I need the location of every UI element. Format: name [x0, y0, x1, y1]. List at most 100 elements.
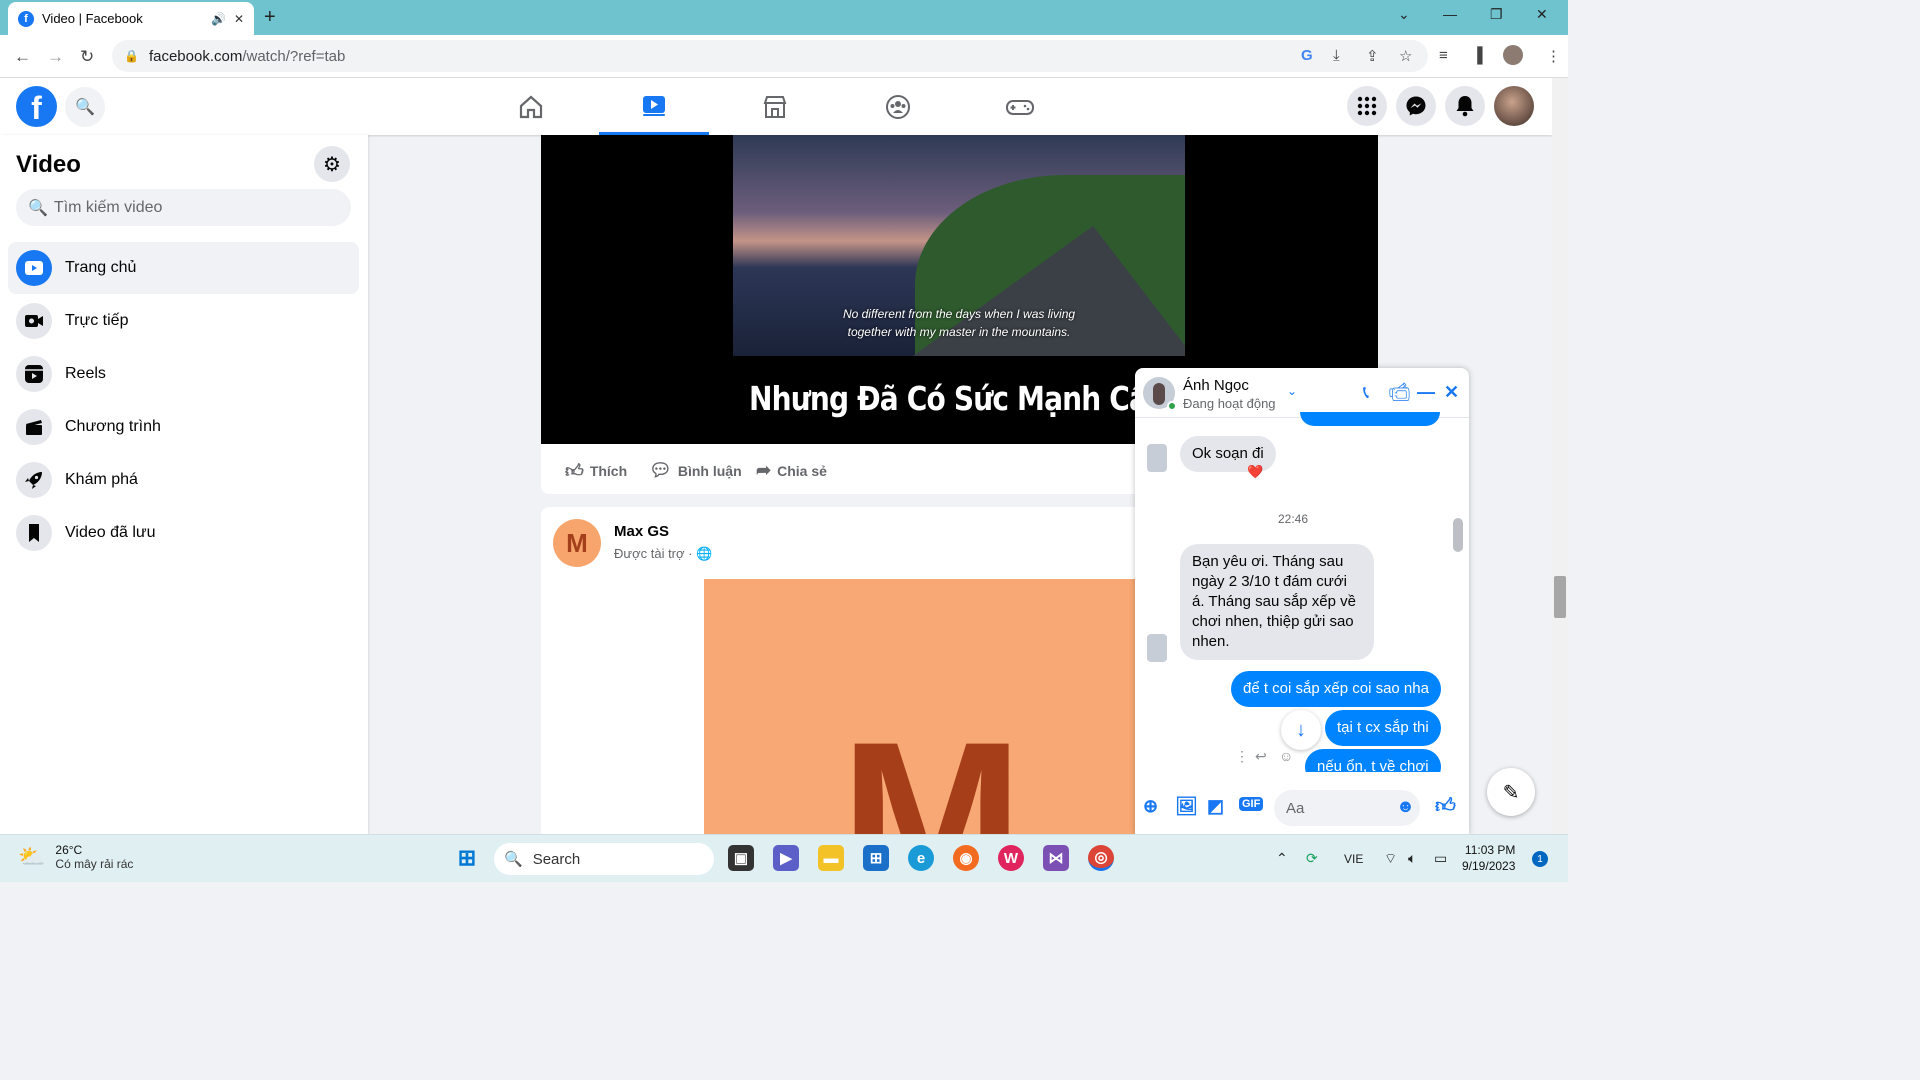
video-call-icon[interactable]: 📹︎ [1388, 382, 1411, 403]
nav-marketplace[interactable] [720, 78, 830, 135]
gif-icon[interactable]: GIF [1239, 797, 1264, 811]
chrome-icon[interactable]: ◎ [1088, 845, 1114, 871]
message-sent[interactable]: nếu ổn, t về chơi [1305, 749, 1441, 772]
firefox-icon[interactable]: ◉ [953, 845, 979, 871]
system-clock[interactable]: 11:03 PM 9/19/2023 [1462, 842, 1515, 874]
language-indicator[interactable]: VIE [1344, 852, 1363, 866]
minimize-chat-icon[interactable]: — [1417, 382, 1435, 403]
url-input[interactable]: 🔒 facebook.com/watch/?ref=tab [112, 40, 1428, 72]
play-icon [16, 250, 52, 286]
photo-icon[interactable]: 🖼︎ [1175, 796, 1198, 817]
profile-icon[interactable] [1503, 45, 1523, 65]
heart-reaction[interactable]: ❤️ [1247, 464, 1263, 480]
share-icon[interactable]: ⇪ [1366, 47, 1379, 65]
sidebar-item-live[interactable]: Trực tiếp [8, 295, 359, 347]
google-icon[interactable]: G [1301, 47, 1313, 64]
chat-scroll-thumb[interactable] [1453, 518, 1463, 552]
volume-icon[interactable]: 🔈︎ [1408, 850, 1416, 867]
tray-chevron-icon[interactable]: ⌃ [1276, 850, 1288, 867]
scroll-down-button[interactable]: ↓ [1281, 710, 1321, 750]
sticker-icon[interactable]: ◩ [1207, 796, 1224, 817]
lock-icon[interactable]: 🔒 [124, 49, 139, 63]
wifi-icon[interactable]: ⌔ [1384, 850, 1397, 868]
emoji-icon[interactable]: ☻ [1396, 796, 1415, 817]
reload-icon[interactable]: ↻ [80, 47, 94, 67]
close-window-button[interactable]: ✕ [1536, 6, 1548, 23]
account-avatar[interactable] [1494, 86, 1534, 126]
close-tab-icon[interactable]: ✕ [234, 12, 244, 26]
nav-groups[interactable] [843, 78, 953, 135]
sidebar-item-saved[interactable]: Video đã lưu [8, 507, 359, 559]
like-button[interactable]: 👍︎ Thích [565, 460, 627, 482]
post-avatar[interactable]: M [553, 519, 601, 567]
maximize-button[interactable]: ❐ [1490, 6, 1503, 23]
live-icon [16, 303, 52, 339]
messenger-button[interactable] [1396, 86, 1436, 126]
post-sponsored-label: Được tài trợ · 🌐 [614, 546, 713, 561]
media-queue-icon[interactable]: ≡ [1439, 47, 1448, 64]
menu-grid-button[interactable] [1347, 86, 1387, 126]
menu-icon[interactable]: ⋮ [1546, 47, 1561, 65]
side-panel-icon[interactable]: ▐ [1472, 47, 1483, 64]
search-icon[interactable]: 🔍 [65, 87, 105, 127]
share-button[interactable]: ➦ Chia sẻ [756, 460, 827, 481]
wps-icon[interactable]: W [998, 845, 1024, 871]
nav-home[interactable] [476, 78, 586, 135]
facebook-logo[interactable]: f [16, 86, 57, 127]
minimize-button[interactable]: — [1443, 6, 1457, 22]
notification-badge[interactable]: 1 [1532, 851, 1548, 867]
forward-icon[interactable]: → [47, 47, 64, 67]
chat-header[interactable]: Ánh Ngọc Đang hoạt động ⌄ 📞︎ 📹︎ — ✕ [1135, 368, 1469, 418]
post-image[interactable]: M [704, 579, 1164, 837]
taskbar-search-label: Search [532, 850, 581, 868]
reply-icon[interactable]: ↩ [1255, 748, 1267, 765]
page-scrollbar[interactable] [1552, 78, 1568, 834]
sidebar-item-home[interactable]: Trang chủ [8, 242, 359, 294]
close-chat-icon[interactable]: ✕ [1444, 382, 1459, 403]
visual-studio-icon[interactable]: ⋈ [1043, 845, 1069, 871]
sidebar-item-shows[interactable]: Chương trình [8, 401, 359, 453]
sidebar-item-reels[interactable]: Reels [8, 348, 359, 400]
nav-gaming[interactable] [965, 78, 1075, 135]
plus-icon[interactable]: ⊕ [1143, 796, 1158, 817]
windows-start-icon[interactable]: ⊞ [454, 845, 480, 871]
page-scroll-thumb[interactable] [1554, 576, 1566, 618]
task-view-icon[interactable]: ▣ [728, 845, 754, 871]
tab-search-chevron-icon[interactable]: ⌄ [1398, 6, 1410, 23]
notifications-button[interactable] [1445, 86, 1485, 126]
weather-widget[interactable]: ⛅ 26°C Có mây rải rác [18, 843, 133, 871]
teams-icon[interactable]: ▶ [773, 845, 799, 871]
message-sent[interactable]: tại t cx sắp thi [1325, 710, 1441, 746]
comment-label: Bình luận [677, 462, 742, 479]
message-received[interactable]: Bạn yêu ơi. Tháng sau ngày 2 3/10 t đám … [1180, 544, 1374, 660]
message-sent[interactable]: để t coi sắp xếp coi sao nha [1231, 671, 1441, 707]
facebook-favicon-icon: f [18, 10, 34, 27]
taskbar-search[interactable]: 🔍 Search [494, 843, 714, 875]
battery-icon[interactable]: ▭ [1434, 850, 1447, 867]
store-icon[interactable]: ⊞ [863, 845, 889, 871]
edge-icon[interactable]: e [908, 845, 934, 871]
phone-call-icon[interactable]: 📞︎ [1363, 382, 1369, 403]
sync-icon[interactable]: ⟳ [1306, 850, 1318, 867]
new-message-button[interactable]: ✎ [1487, 768, 1535, 816]
comment-button[interactable]: 💬︎ Bình luận [649, 460, 742, 481]
video-search-input[interactable]: 🔍 Tìm kiếm video [16, 189, 351, 226]
chat-scrollbar[interactable] [1451, 420, 1463, 772]
bookmark-star-icon[interactable]: ☆ [1399, 47, 1412, 65]
file-explorer-icon[interactable]: ▬ [818, 845, 844, 871]
post-author[interactable]: Max GS [614, 523, 669, 540]
speaker-icon[interactable]: 🔊 [211, 12, 226, 26]
sidebar-item-explore[interactable]: Khám phá [8, 454, 359, 506]
back-icon[interactable]: ← [14, 47, 31, 67]
gear-icon[interactable]: ⚙ [314, 146, 350, 182]
new-tab-button[interactable]: + [264, 6, 276, 29]
thumbs-up-send-icon[interactable]: 👍︎ [1435, 794, 1456, 818]
chevron-down-icon[interactable]: ⌄ [1287, 384, 1297, 398]
react-icon[interactable]: ☺ [1279, 748, 1293, 764]
chat-contact-name[interactable]: Ánh Ngọc [1183, 377, 1249, 394]
browser-tab[interactable]: f Video | Facebook 🔊 ✕ [8, 2, 254, 35]
install-icon[interactable]: ⤓ [1333, 47, 1340, 64]
message-more-icon[interactable]: ⋮ [1235, 748, 1249, 765]
nav-watch[interactable] [599, 78, 709, 135]
partly-cloudy-icon: ⛅ [18, 844, 46, 869]
